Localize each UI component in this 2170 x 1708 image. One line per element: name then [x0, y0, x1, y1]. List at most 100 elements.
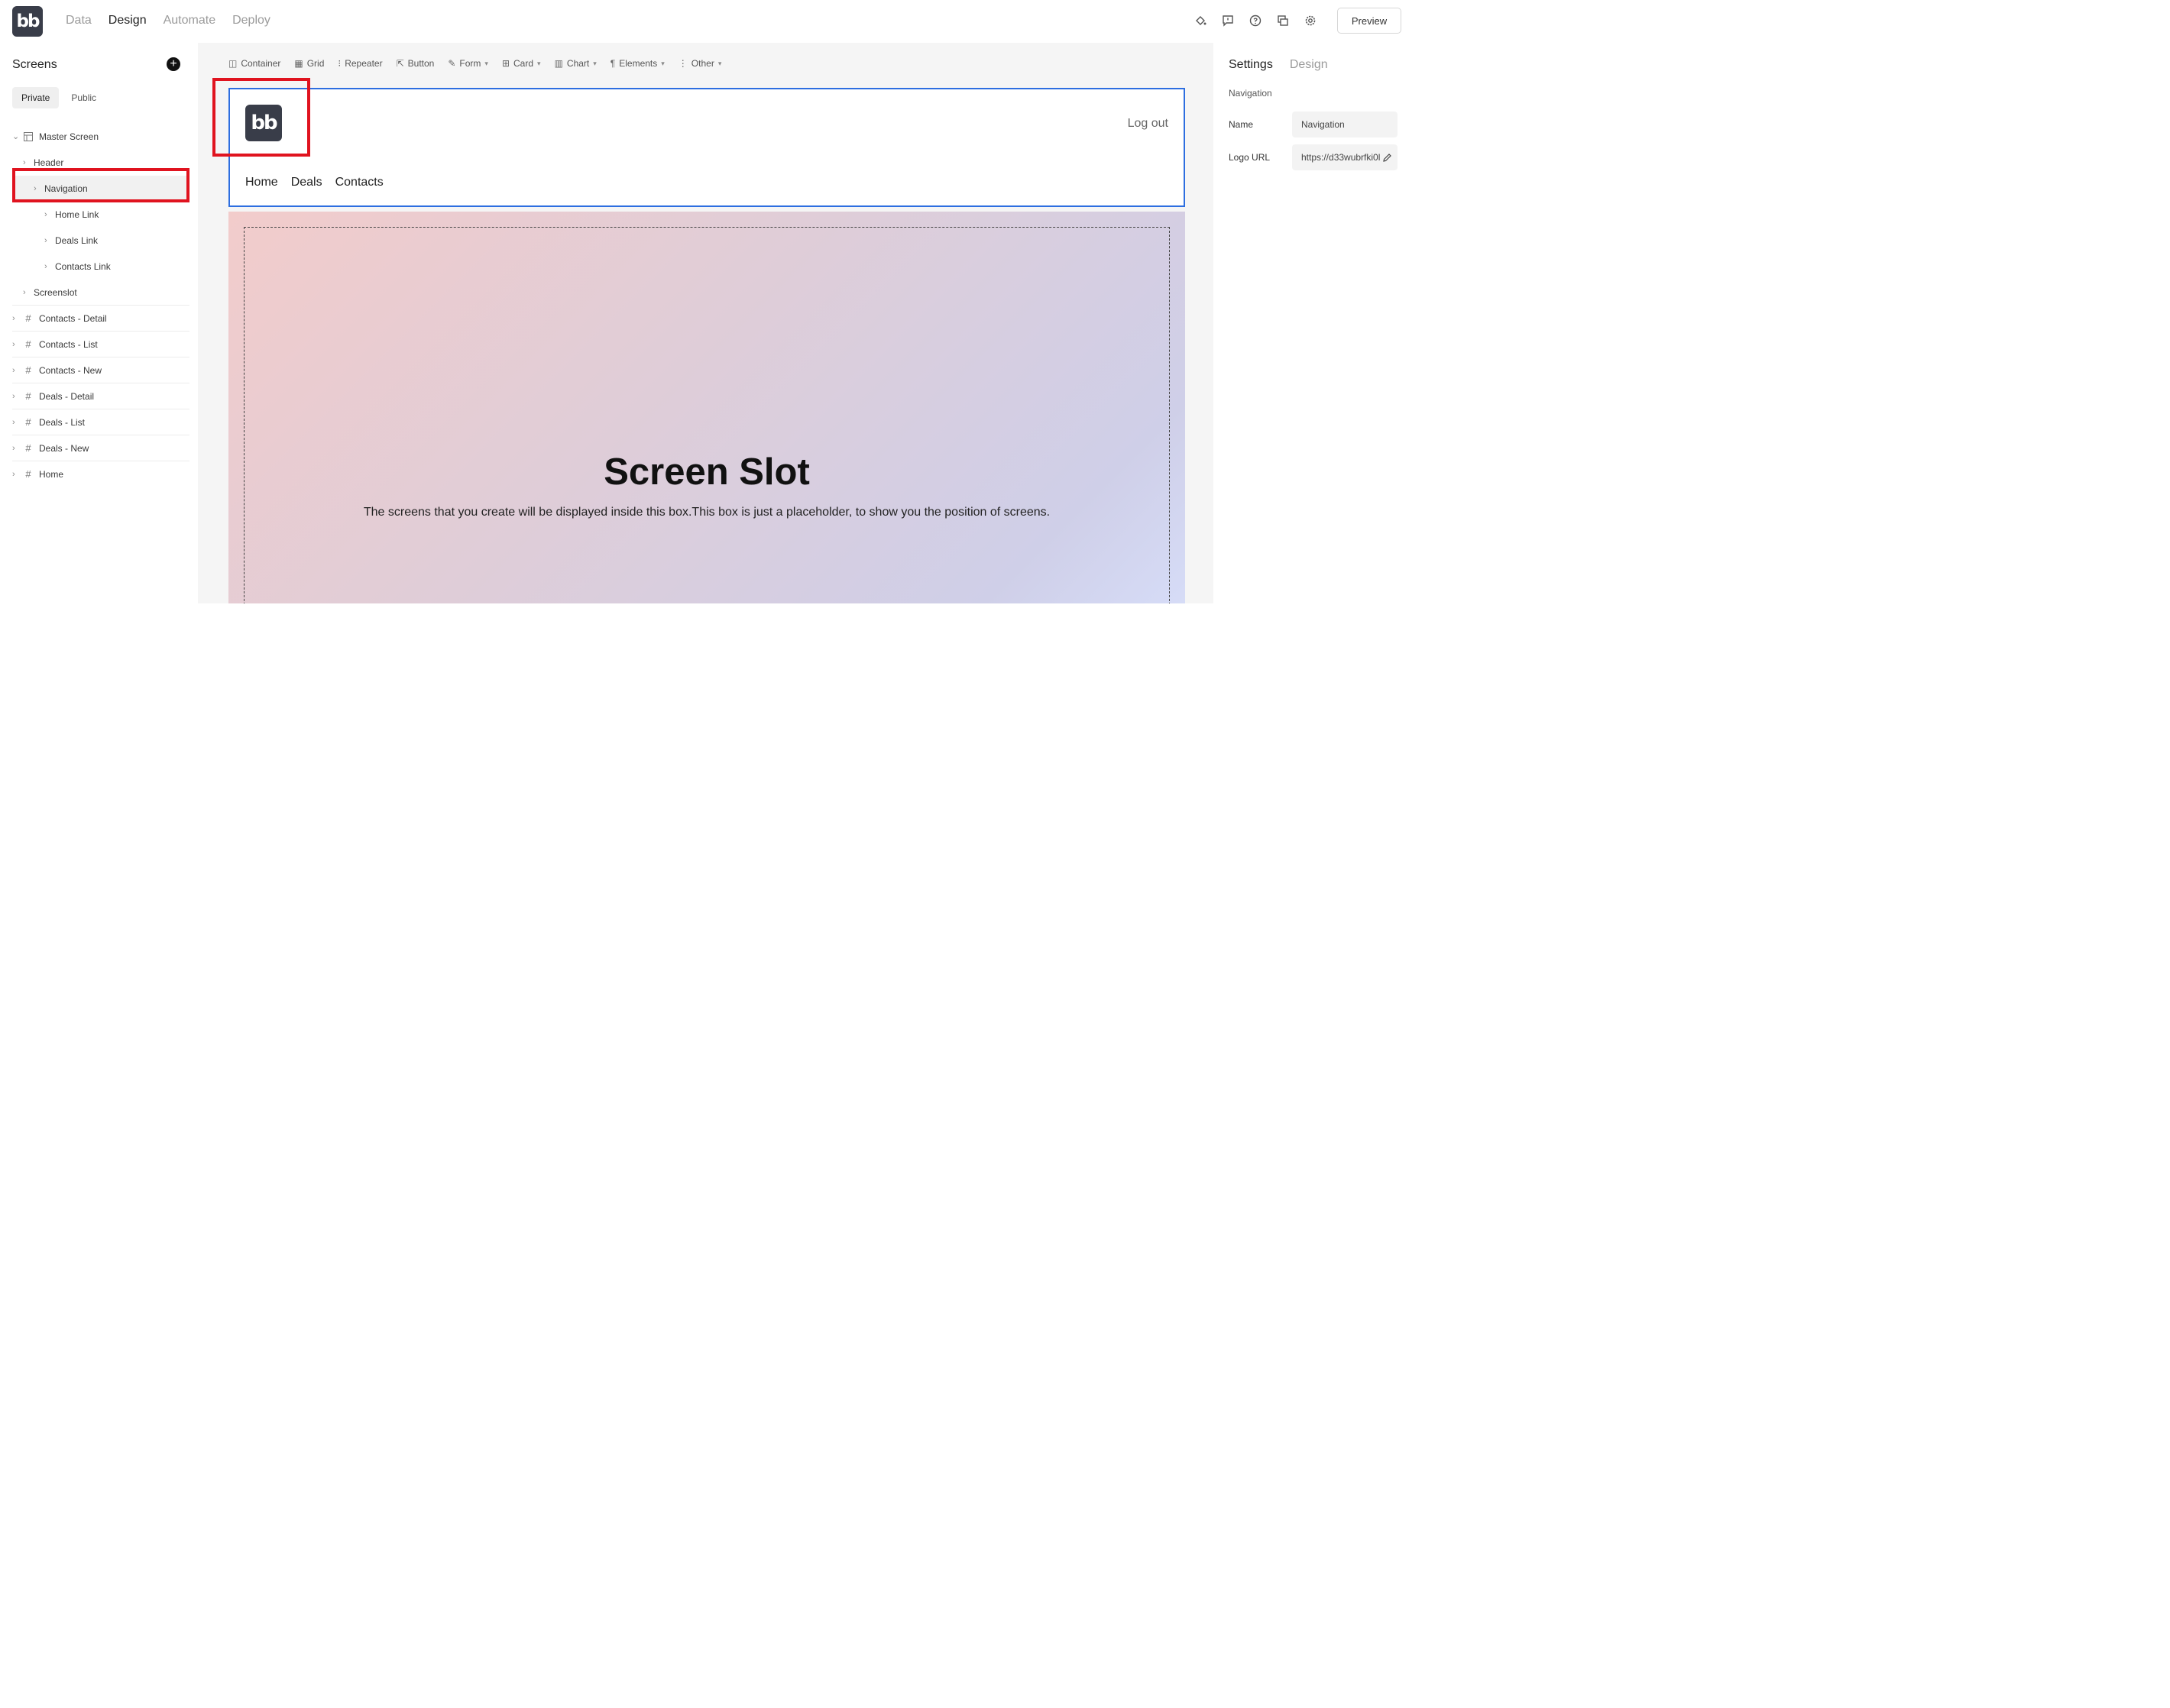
- nav-deploy[interactable]: Deploy: [232, 14, 270, 27]
- component-label: Form: [459, 58, 481, 69]
- tree-label: Contacts - New: [39, 364, 102, 376]
- preview-link-deals[interactable]: Deals: [291, 176, 322, 189]
- tree-label: Contacts - List: [39, 338, 98, 350]
- chevron-down-icon: ▾: [537, 59, 541, 67]
- preview-link-contacts[interactable]: Contacts: [335, 176, 384, 189]
- component-toolbar: ◫ Container ▦ Grid ⁝ Repeater ⇱ Button ✎ Form…: [228, 58, 721, 69]
- screen-slot[interactable]: Screen Slot The screens that you create …: [228, 212, 1185, 603]
- screen-visibility-tabs: Private Public: [12, 87, 105, 108]
- preview-button[interactable]: Preview: [1337, 8, 1401, 34]
- tree-label: Home: [39, 468, 64, 480]
- preview-logo[interactable]: bb: [245, 105, 282, 141]
- tab-private[interactable]: Private: [12, 87, 60, 108]
- add-screen-icon[interactable]: +: [167, 57, 180, 71]
- design-canvas: ◫ Container ▦ Grid ⁝ Repeater ⇱ Button ✎ Form…: [198, 43, 1213, 603]
- chevron-right-icon: ›: [12, 443, 15, 453]
- tab-settings[interactable]: Settings: [1229, 58, 1273, 72]
- chevron-right-icon: ›: [12, 469, 15, 479]
- tree-item-header[interactable]: › Header: [12, 150, 189, 176]
- tab-design[interactable]: Design: [1290, 58, 1328, 72]
- component-chart[interactable]: ▥ Chart ▾: [555, 58, 597, 69]
- tree-label: Contacts Link: [55, 260, 111, 272]
- component-repeater[interactable]: ⁝ Repeater: [338, 58, 382, 69]
- hash-icon: #: [25, 364, 31, 376]
- component-label: Container: [241, 58, 281, 69]
- component-label: Button: [407, 58, 435, 69]
- chevron-right-icon: ›: [44, 235, 47, 245]
- tree-item-contacts-link[interactable]: › Contacts Link: [12, 254, 189, 280]
- chevron-right-icon: ›: [12, 391, 15, 401]
- name-field[interactable]: Navigation: [1292, 112, 1398, 137]
- chevron-right-icon: ›: [12, 417, 15, 427]
- tab-public[interactable]: Public: [62, 87, 105, 108]
- tree-item-screen[interactable]: › # Home: [12, 461, 189, 487]
- component-grid[interactable]: ▦ Grid: [294, 58, 324, 69]
- tree-item-screen[interactable]: › # Deals - New: [12, 435, 189, 461]
- form-icon: ✎: [448, 58, 456, 69]
- copy-icon[interactable]: [1276, 12, 1290, 29]
- hash-icon: #: [25, 338, 31, 350]
- button-icon: ⇱: [396, 58, 404, 69]
- component-other[interactable]: ⋮ Other ▾: [679, 58, 722, 69]
- tree-label: Deals - List: [39, 416, 86, 428]
- top-nav: Data Design Automate Deploy: [66, 14, 287, 27]
- chevron-down-icon: ▾: [484, 59, 488, 67]
- sidebar-title: Screens: [12, 58, 57, 71]
- hash-icon: #: [25, 390, 31, 402]
- tree-item-screen[interactable]: › # Contacts - New: [12, 357, 189, 383]
- tree-item-screen[interactable]: › # Contacts - List: [12, 332, 189, 357]
- preview-nav-links: Home Deals Contacts: [245, 176, 384, 189]
- nav-data[interactable]: Data: [66, 14, 92, 27]
- container-icon: ◫: [228, 58, 238, 69]
- tree-label: Contacts - Detail: [39, 312, 107, 324]
- more-vertical-icon: ⋮: [678, 58, 688, 69]
- component-elements[interactable]: ¶ Elements ▾: [611, 58, 665, 69]
- tree-label: Screenslot: [34, 286, 77, 298]
- component-container[interactable]: ◫ Container: [228, 58, 280, 69]
- chart-icon: ▥: [554, 58, 563, 69]
- tree-item-deals-link[interactable]: › Deals Link: [12, 228, 189, 254]
- tree-item-screen[interactable]: › # Deals - List: [12, 409, 189, 435]
- chevron-right-icon: ›: [12, 313, 15, 323]
- tree-item-screen[interactable]: › # Deals - Detail: [12, 383, 189, 409]
- hash-icon: #: [25, 442, 31, 454]
- logo-url-value: https://d33wubrfki0l68: [1301, 152, 1391, 163]
- tree-item-navigation[interactable]: › Navigation: [12, 176, 189, 202]
- settings-icon[interactable]: [1304, 12, 1317, 29]
- logout-link[interactable]: Log out: [1128, 117, 1168, 131]
- paragraph-icon: ¶: [610, 58, 616, 69]
- chevron-down-icon: ▾: [661, 59, 665, 67]
- component-form[interactable]: ✎ Form ▾: [448, 58, 488, 69]
- chevron-right-icon: ›: [12, 339, 15, 349]
- tree-label: Master Screen: [39, 131, 99, 142]
- feedback-icon[interactable]: [1221, 12, 1235, 29]
- top-bar: bb Data Design Automate Deploy Preview: [0, 0, 1412, 43]
- preview-link-home[interactable]: Home: [245, 176, 278, 189]
- app-logo[interactable]: bb: [12, 6, 43, 37]
- chevron-right-icon: ›: [44, 209, 47, 219]
- tree-label: Header: [34, 157, 64, 168]
- nav-automate[interactable]: Automate: [164, 14, 215, 27]
- properties-panel: Settings Design Navigation Name Navigati…: [1213, 43, 1412, 603]
- nav-design[interactable]: Design: [108, 14, 147, 27]
- top-icons: [1194, 12, 1317, 29]
- grid-icon: ▦: [294, 58, 303, 69]
- card-icon: ⊞: [501, 58, 510, 69]
- preview-navigation-component[interactable]: bb Log out Home Deals Contacts: [228, 88, 1185, 207]
- screen-tree: ⌄ Master Screen › Header › Navigation › …: [12, 124, 189, 487]
- tree-item-master-screen[interactable]: ⌄ Master Screen: [12, 124, 189, 150]
- component-label: Chart: [566, 58, 590, 69]
- edit-icon[interactable]: [1381, 151, 1393, 163]
- component-label: Card: [513, 58, 534, 69]
- logo-url-field[interactable]: https://d33wubrfki0l68: [1292, 144, 1398, 170]
- chevron-right-icon: ›: [23, 157, 26, 167]
- tree-item-home-link[interactable]: › Home Link: [12, 202, 189, 228]
- screen-slot-title: Screen Slot: [604, 451, 810, 493]
- paint-bucket-icon[interactable]: [1194, 12, 1207, 29]
- component-button[interactable]: ⇱ Button: [397, 58, 435, 69]
- help-icon[interactable]: [1249, 12, 1262, 29]
- tree-item-screen[interactable]: › # Contacts - Detail: [12, 306, 189, 332]
- tree-item-screenslot[interactable]: › Screenslot: [12, 280, 189, 306]
- component-card[interactable]: ⊞ Card ▾: [502, 58, 541, 69]
- properties-tabs: Settings Design: [1229, 58, 1328, 72]
